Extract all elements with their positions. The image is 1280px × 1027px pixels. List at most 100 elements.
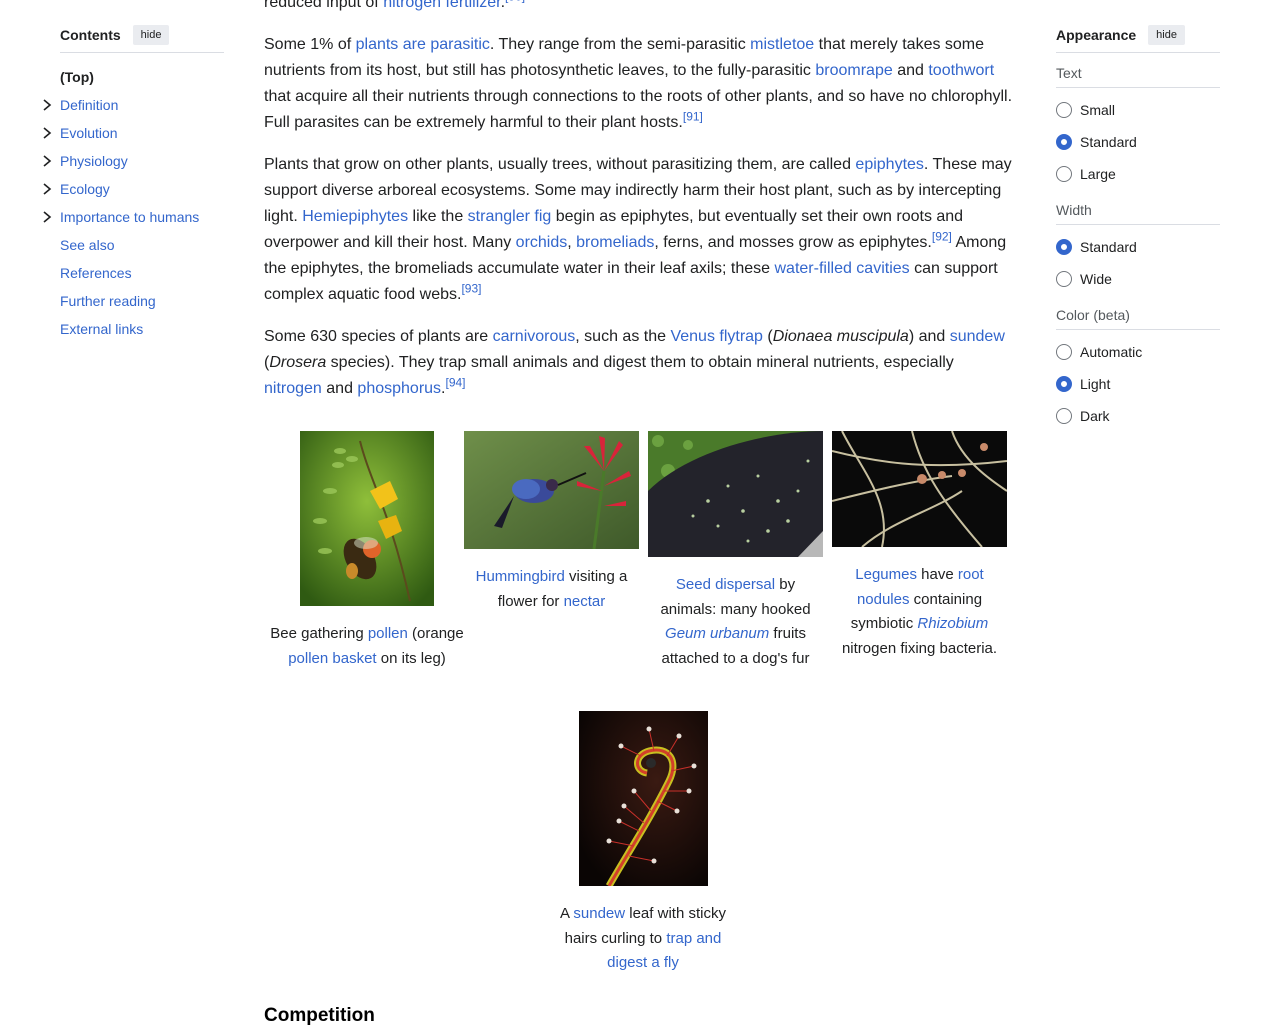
text-run: species). They trap small animals and di… [326,354,954,371]
radio-checked-icon[interactable] [1056,376,1072,392]
image-gallery: Bee gathering pollen (orange pollen bask… [264,418,1016,1018]
link-broomrape[interactable]: broomrape [815,62,892,79]
link-nitrogen-fertilizer[interactable]: nitrogen fertilizer [383,0,500,11]
option-width-standard[interactable]: Standard [1056,231,1220,263]
radio-unchecked-icon[interactable] [1056,166,1072,182]
link-mistletoe[interactable]: mistletoe [750,36,814,53]
citation-ref[interactable]: [90] [505,0,525,4]
chevron-right-icon[interactable] [41,91,53,119]
text-run: on its leg) [376,649,446,667]
appearance-group-color-beta: Color (beta) Automatic Light Dark [1056,307,1220,432]
text-run: nitrogen fixing bacteria. [841,639,998,657]
link-bromeliads[interactable]: bromeliads [576,234,654,251]
link-hummingbird[interactable]: Hummingbird [476,568,565,585]
bee-gathering-pollen-image[interactable] [300,431,434,606]
legume-root-nodules-image[interactable] [832,431,1007,547]
link-pollen-basket[interactable]: pollen basket [288,650,376,667]
link-seed-dispersal[interactable]: Seed dispersal [676,576,775,593]
appearance-group-label: Width [1056,202,1220,225]
appearance-group-text: Text Small Standard Large [1056,65,1220,190]
toc-link[interactable]: References [60,265,132,281]
option-color-beta-light[interactable]: Light [1056,368,1220,400]
link-nectar[interactable]: nectar [564,593,606,610]
paragraph: reduced input of nitrogen fertilizer.[90… [264,0,1016,16]
radio-checked-icon[interactable] [1056,134,1072,150]
gallery-caption: Seed dispersal by animals: many hooked G… [648,573,823,671]
link-orchids[interactable]: orchids [516,234,568,251]
link-carnivorous[interactable]: carnivorous [493,328,576,345]
toc-link[interactable]: Physiology [60,153,128,169]
text-run: , such as the [575,328,671,345]
link-geum-urbanum[interactable]: Geum urbanum [665,625,769,642]
appearance-hide-button[interactable]: hide [1148,25,1185,45]
appearance-group-label: Color (beta) [1056,307,1220,330]
toc-link[interactable]: (Top) [60,69,94,85]
link-water-filled-cavities[interactable]: water-filled cavities [775,260,910,277]
citation: [91] [683,110,703,124]
link-strangler-fig[interactable]: strangler fig [468,208,552,225]
link-pollen[interactable]: pollen [368,625,408,642]
text-run: ) and [908,328,950,345]
citation-ref[interactable]: [91] [683,110,703,124]
chevron-right-icon[interactable] [41,175,53,203]
link-sundew[interactable]: sundew [573,905,625,922]
toc-link[interactable]: External links [60,321,143,337]
article-content: reduced input of nitrogen fertilizer.[90… [264,0,1016,1018]
radio-checked-icon[interactable] [1056,239,1072,255]
chevron-right-icon[interactable] [41,203,53,231]
gallery-item: Bee gathering pollen (orange pollen bask… [264,431,470,671]
link-plants-are-parasitic[interactable]: plants are parasitic [356,36,490,53]
text-run: reduced input of [264,0,384,11]
gallery-caption: Legumes have root nodules containing sym… [832,563,1007,661]
option-color-beta-dark[interactable]: Dark [1056,400,1220,432]
toc-link[interactable]: See also [60,237,114,253]
toc-link[interactable]: Definition [60,97,118,113]
toc-item-importance-to-humans: Importance to humans [43,203,224,231]
link-epiphytes[interactable]: epiphytes [855,156,924,173]
toc-link[interactable]: Ecology [60,181,110,197]
link-phosphorus[interactable]: phosphorus [357,380,441,397]
citation-ref[interactable]: [93] [461,282,481,296]
text-run: and [321,380,358,397]
option-color-beta-automatic[interactable]: Automatic [1056,336,1220,368]
radio-unchecked-icon[interactable] [1056,408,1072,424]
toc-item-further-reading: Further reading [60,287,224,315]
gallery-item: A sundew leaf with sticky hairs curling … [556,711,730,976]
option-text-standard[interactable]: Standard [1056,126,1220,158]
option-text-large[interactable]: Large [1056,158,1220,190]
option-label: Small [1080,102,1116,118]
radio-unchecked-icon[interactable] [1056,271,1072,287]
text-run: A [560,905,574,922]
citation-ref[interactable]: [92] [932,230,952,244]
chevron-right-icon[interactable] [41,119,53,147]
citation-ref[interactable]: [94] [446,376,466,390]
toc-hide-button[interactable]: hide [132,25,170,45]
toc-item-ecology: Ecology [43,175,224,203]
link-nitrogen[interactable]: nitrogen [264,380,322,397]
toc-link[interactable]: Further reading [60,293,156,309]
toc-link[interactable]: Importance to humans [60,209,199,225]
radio-unchecked-icon[interactable] [1056,102,1072,118]
appearance-group-width: Width Standard Wide [1056,202,1220,295]
seed-dispersal-image[interactable] [648,431,823,557]
chevron-right-icon[interactable] [41,147,53,175]
link-venus-flytrap[interactable]: Venus flytrap [670,328,763,345]
toc-link[interactable]: Evolution [60,125,118,141]
article-body: reduced input of nitrogen fertilizer.[90… [264,0,1016,402]
link-rhizobium[interactable]: Rhizobium [917,615,988,632]
option-text-small[interactable]: Small [1056,94,1220,126]
gallery-item: Seed dispersal by animals: many hooked G… [648,431,823,671]
link-toothwort[interactable]: toothwort [928,62,994,79]
hummingbird-image[interactable] [464,431,639,549]
radio-unchecked-icon[interactable] [1056,344,1072,360]
text-run: like the [408,208,468,225]
option-width-wide[interactable]: Wide [1056,263,1220,295]
link-legumes[interactable]: Legumes [855,566,917,583]
sundew-leaf-image[interactable] [578,711,708,886]
gallery-caption: Bee gathering pollen (orange pollen bask… [264,622,470,671]
link-sundew[interactable]: sundew [950,328,1005,345]
option-label: Large [1080,166,1116,182]
toc-item-physiology: Physiology [43,147,224,175]
toc-list: (Top) Definition Evolution Physiology Ecolog… [43,63,224,343]
link-hemiepiphytes[interactable]: Hemiepiphytes [302,208,408,225]
